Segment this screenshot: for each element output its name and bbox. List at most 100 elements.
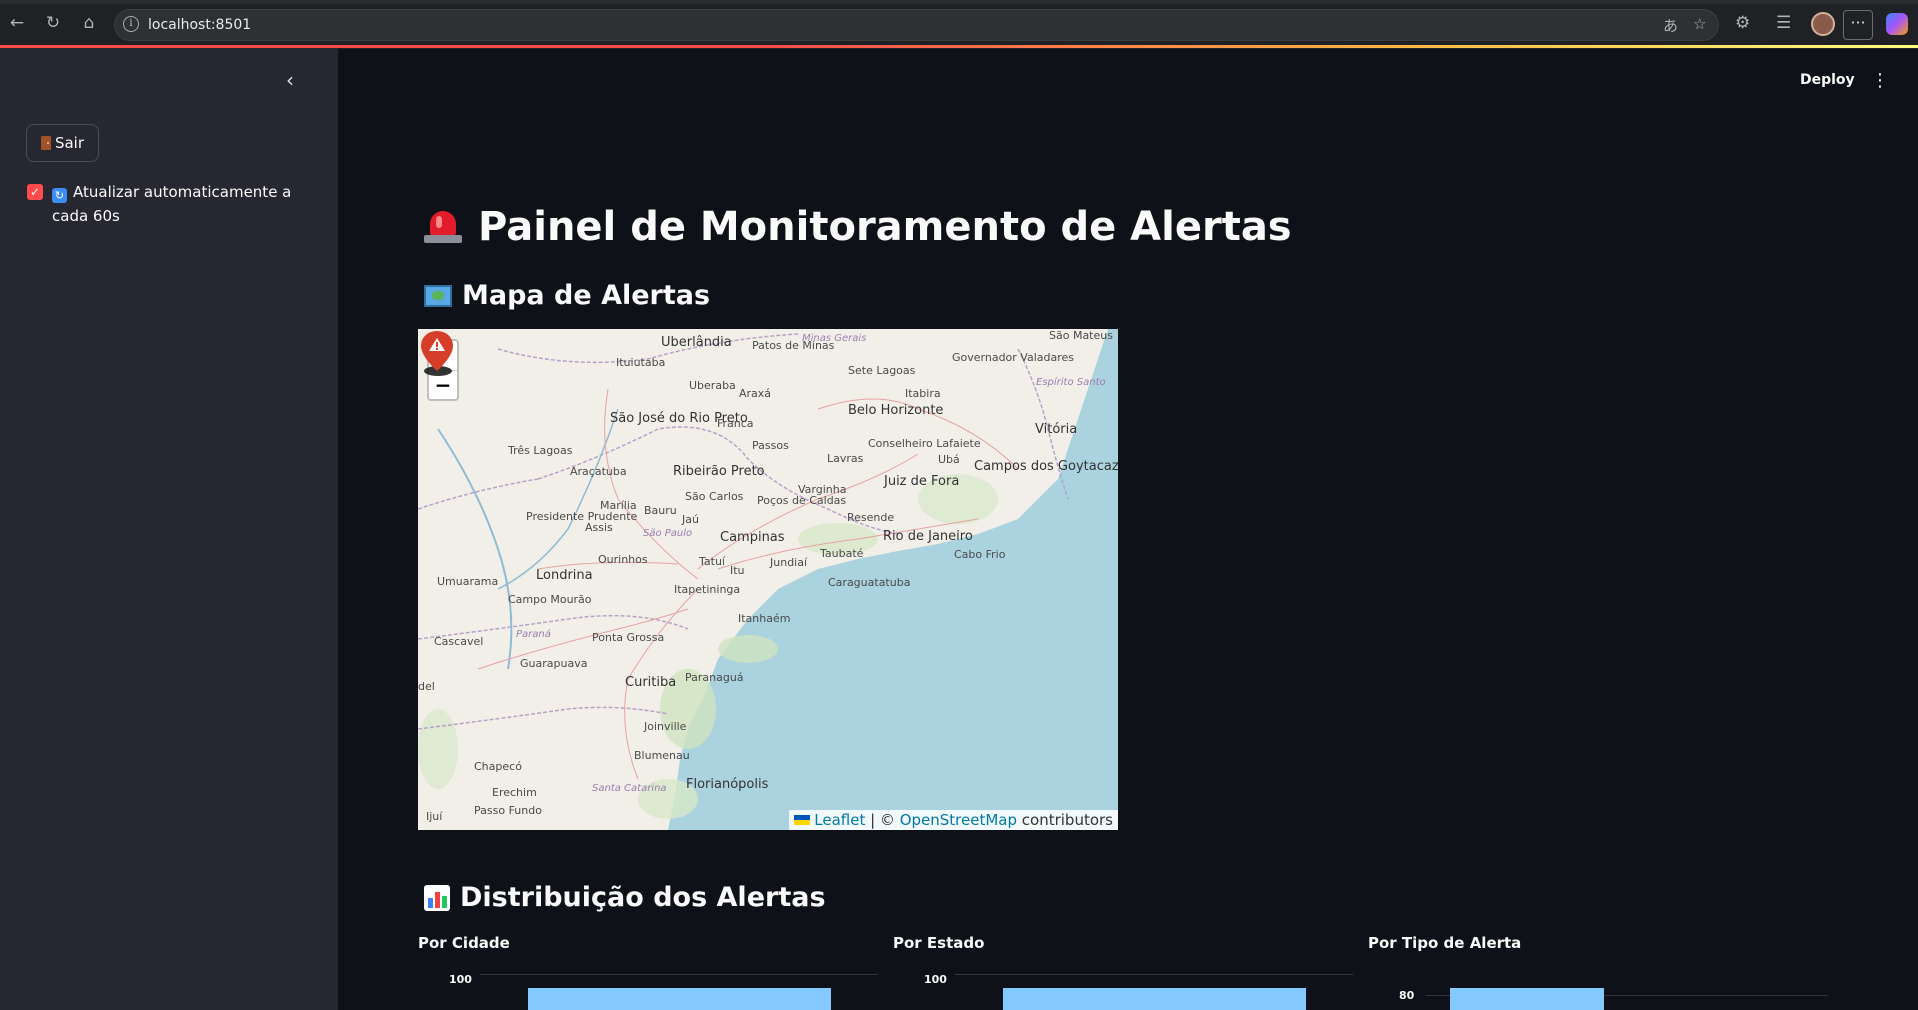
map-label: Tatuí [699,555,725,568]
map-label: Paranaguá [685,671,744,684]
world-map-icon [424,284,452,307]
map-label: Belo Horizonte [848,403,944,418]
logout-label: Sair [54,134,85,152]
logout-button[interactable]: Sair [26,124,99,162]
address-bar[interactable]: i localhost:8501 あ ☆ [114,9,1719,41]
chart-gridline [480,974,878,975]
map-label: Poços de Caldas [757,494,847,507]
map-label: Minas Gerais [802,333,867,344]
url-text: localhost:8501 [148,17,252,33]
refresh-icon: ↻ [52,188,67,203]
translate-icon[interactable]: あ [1663,15,1678,36]
chart-title-alert-type: Por Tipo de Alerta [1368,934,1522,952]
map-label: Paraná [516,629,551,640]
siren-icon [424,211,462,243]
map-label: Ribeirão Preto [673,464,765,479]
map-section-header: Mapa de Alertas [424,280,710,311]
map-label: Erechim [492,786,537,799]
map-label: Itabira [905,387,941,400]
extensions-icon[interactable]: ⚙ [1735,13,1750,33]
map-label: Presidente Prudente [526,510,638,523]
map-label: Santa Catarina [592,783,667,794]
auto-refresh-checkbox[interactable]: ✓ [27,184,43,200]
map-label: del [418,680,435,693]
map-label: Umuarama [437,575,499,588]
map-label: Bauru [644,504,677,517]
copilot-icon[interactable] [1886,13,1908,35]
browser-menu-button[interactable]: ··· [1843,10,1873,40]
alerts-map[interactable]: Uberlândia Patos de Minas Minas Gerais S… [418,329,1118,830]
map-label: Chapecó [474,760,522,773]
deploy-button[interactable]: Deploy [1800,72,1855,88]
favorites-icon[interactable]: ☰ [1776,13,1791,33]
map-label: Conselheiro Lafaiete [868,437,981,450]
chart-bar-city[interactable] [528,988,831,1010]
map-label: Espírito Santo [1036,377,1106,388]
map-label: Juiz de Fora [884,474,960,489]
map-label: Guarapuava [520,657,588,670]
browser-toolbar: ← ↻ ⌂ i localhost:8501 あ ☆ ⚙ ☰ ··· [0,0,1918,49]
map-label: Uberaba [689,379,736,392]
osm-link[interactable]: OpenStreetMap [900,811,1017,829]
chart-y-tick: 100 [924,973,947,986]
back-icon[interactable]: ← [6,13,28,33]
map-label: Sete Lagoas [848,364,916,377]
map-label: Jaú [682,513,699,526]
chart-bar-alert-type[interactable] [1450,988,1604,1010]
map-label: Ituiutaba [616,356,666,369]
map-label: Taubaté [820,547,864,560]
tab-strip [0,0,1918,4]
distribution-section-header: Distribuição dos Alertas [424,882,826,913]
map-label: Ponta Grossa [592,631,665,644]
chart-gridline [955,974,1353,975]
map-attribution: Leaflet | © OpenStreetMap contributors [789,810,1118,830]
main-menu-icon[interactable]: ⋮ [1871,70,1889,91]
map-label: Campo Mourão [508,593,592,606]
bar-chart-icon [424,884,450,911]
map-label: Caraguatatuba [828,576,911,589]
map-label: Itu [730,564,745,577]
map-label: Blumenau [634,749,690,762]
map-label: Araçatuba [570,465,627,478]
map-label: Londrina [536,568,593,583]
map-label: Araxá [739,387,772,400]
site-info-icon[interactable]: i [123,16,139,32]
map-label: Resende [847,511,895,524]
map-label: Cabo Frio [954,548,1006,561]
map-label: Uberlândia [661,335,732,350]
alert-marker-icon[interactable] [418,329,456,377]
map-label: Vitória [1035,422,1078,437]
map-label: São Mateus [1049,329,1113,342]
map-label: Jundiaí [770,556,808,569]
map-tiles [418,329,1118,830]
home-icon[interactable]: ⌂ [78,13,100,33]
ukraine-flag-icon [794,815,811,825]
chart-y-tick: 80 [1399,989,1415,1002]
map-label: São Carlos [685,490,744,503]
map-label: Ourinhos [598,553,648,566]
page-title: Painel de Monitoramento de Alertas [424,204,1292,250]
map-label: Joinville [644,720,687,733]
map-label: Três Lagoas [508,444,573,457]
map-label: Assis [585,521,613,534]
map-label: Campinas [720,530,785,545]
map-label: Florianópolis [686,777,769,792]
reload-icon[interactable]: ↻ [42,13,64,33]
leaflet-link[interactable]: Leaflet [814,811,865,829]
map-label: Cascavel [434,635,484,648]
chart-bar-state[interactable] [1003,988,1306,1010]
auto-refresh-label[interactable]: ↻ Atualizar automaticamente a cada 60s [52,180,292,228]
chart-title-city: Por Cidade [418,934,510,952]
map-label: Passos [752,439,789,452]
map-label: Lavras [827,452,864,465]
door-icon [40,136,51,150]
map-label: Passo Fundo [474,804,542,817]
map-label: Itapetininga [674,583,741,596]
map-label: Franca [717,417,754,430]
map-label: São Paulo [643,528,693,539]
profile-avatar[interactable] [1811,12,1835,36]
collapse-sidebar-icon[interactable]: ‹ [286,68,294,92]
map-label: Campos dos Goytacazes [974,459,1118,474]
map-label: Curitiba [625,675,677,690]
favorite-star-icon[interactable]: ☆ [1693,15,1706,33]
